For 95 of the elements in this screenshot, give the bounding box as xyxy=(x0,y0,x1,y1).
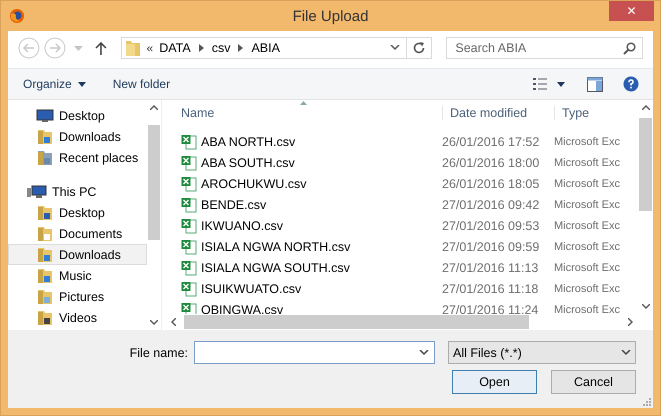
type-cell: Microsoft Exc xyxy=(554,262,620,274)
new-folder-button[interactable]: New folder xyxy=(108,77,170,91)
refresh-icon xyxy=(412,41,426,55)
sidebar-item[interactable]: Recent places xyxy=(8,147,147,168)
file-name[interactable]: OBINGWA.csv xyxy=(201,302,284,314)
sidebar-item[interactable]: Downloads xyxy=(8,126,147,147)
file-type-dropdown[interactable]: All Files (*.*) xyxy=(448,341,636,364)
date-cell-text: 27/01/2016 11:13 xyxy=(442,260,540,274)
sidebar-item[interactable]: Documents xyxy=(8,223,147,244)
type-cell: Microsoft Exc xyxy=(554,156,620,168)
sidebar-item[interactable]: Pictures xyxy=(8,286,147,307)
fox-globe-icon xyxy=(9,8,25,24)
monitor-icon xyxy=(36,108,54,122)
date-cell-text: 26/01/2016 18:05 xyxy=(442,176,540,190)
spreadsheet-icon xyxy=(181,238,197,254)
chevron-icon[interactable] xyxy=(238,44,244,52)
dropdown-icon[interactable] xyxy=(419,350,429,356)
close-button[interactable]: ✕ xyxy=(609,1,654,21)
type-cell: Microsoft Exc xyxy=(554,220,620,232)
overflow-chevron[interactable]: « xyxy=(146,41,154,55)
folder-icon xyxy=(36,204,54,220)
dropdown-icon xyxy=(621,350,631,356)
spreadsheet-icon xyxy=(181,154,197,170)
cancel-button[interactable]: Cancel xyxy=(551,370,636,394)
type-cell: Microsoft Exc xyxy=(554,198,620,210)
date-cell-text: 27/01/2016 09:59 xyxy=(442,240,540,254)
folder-icon xyxy=(36,310,54,326)
type-cell: Microsoft Exc xyxy=(554,240,620,252)
search-field[interactable]: Search ABIA xyxy=(446,37,643,59)
folder-icon xyxy=(124,39,141,57)
type-cell: Microsoft Exc xyxy=(554,282,620,294)
file-name[interactable]: ABA SOUTH.csv xyxy=(201,156,295,170)
type-cell: Microsoft Exc xyxy=(554,178,620,190)
organize-menu[interactable]: Organize xyxy=(18,77,72,91)
scroll-up-icon[interactable] xyxy=(150,105,158,110)
file-name[interactable]: ABA NORTH.csv xyxy=(201,134,296,148)
file-name[interactable]: BENDE.csv xyxy=(201,198,266,212)
computer-icon xyxy=(27,184,47,198)
help-icon[interactable] xyxy=(623,76,639,92)
date-cell-text: 26/01/2016 18:00 xyxy=(442,156,540,170)
address-bar[interactable]: « DATA csv ABIA xyxy=(120,37,432,59)
file-name[interactable]: AROCHUKWU.csv xyxy=(201,176,307,190)
date-cell-text: 27/01/2016 11:24 xyxy=(442,302,540,314)
up-arrow-icon[interactable] xyxy=(94,41,107,55)
folder-icon xyxy=(36,128,54,144)
caret-icon[interactable] xyxy=(78,82,86,86)
folder-icon xyxy=(36,150,54,166)
type-cell: Microsoft Exc xyxy=(554,304,620,314)
column-header[interactable]: Name xyxy=(166,106,443,120)
date-cell-text: 27/01/2016 09:42 xyxy=(442,198,540,212)
date-cell-text: 27/01/2016 09:53 xyxy=(442,218,540,232)
breadcrumb-item[interactable]: csv xyxy=(212,41,230,55)
scroll-left-icon[interactable] xyxy=(171,318,176,326)
date-cell-text: 27/01/2016 11:18 xyxy=(442,282,540,296)
folder-icon xyxy=(36,288,54,304)
spreadsheet-icon xyxy=(181,134,197,150)
scroll-up-icon[interactable] xyxy=(642,105,650,110)
file-name[interactable]: ISIALA NGWA NORTH.csv xyxy=(201,240,350,254)
dropdown-icon[interactable] xyxy=(390,45,400,51)
column-header[interactable]: Date modified xyxy=(443,106,555,120)
spreadsheet-icon xyxy=(181,260,197,276)
sidebar-item[interactable]: Music xyxy=(8,265,147,286)
spreadsheet-icon xyxy=(181,196,197,212)
folder-icon xyxy=(36,268,54,284)
view-list-icon[interactable] xyxy=(533,78,547,90)
window-title: File Upload xyxy=(292,8,368,25)
file-name[interactable]: ISUIKWUATO.csv xyxy=(201,282,302,296)
resize-grip-icon[interactable] xyxy=(643,398,651,406)
column-header[interactable]: Type xyxy=(555,106,590,120)
preview-pane-icon[interactable] xyxy=(587,76,603,92)
scroll-down-icon[interactable] xyxy=(642,304,650,309)
spreadsheet-icon xyxy=(181,176,197,192)
scroll-down-icon[interactable] xyxy=(150,320,158,325)
breadcrumb-item[interactable]: ABIA xyxy=(251,41,280,55)
sidebar-item[interactable]: Desktop xyxy=(8,105,147,126)
caret-icon[interactable] xyxy=(557,82,565,86)
spreadsheet-icon xyxy=(181,280,197,296)
chevron-icon[interactable] xyxy=(198,44,204,52)
file-name[interactable]: ISIALA NGWA SOUTH.csv xyxy=(201,260,350,274)
folder-icon xyxy=(36,246,54,262)
open-button[interactable]: Open xyxy=(452,370,537,394)
file-name-label: File name: xyxy=(130,346,188,360)
type-cell: Microsoft Exc xyxy=(554,136,620,148)
date-cell-text: 26/01/2016 17:52 xyxy=(442,134,540,148)
sidebar-item[interactable]: Videos xyxy=(8,307,147,328)
search-icon xyxy=(623,42,636,55)
scroll-right-icon[interactable] xyxy=(628,318,633,326)
breadcrumb-item[interactable]: DATA xyxy=(159,41,191,55)
spreadsheet-icon xyxy=(181,218,197,234)
folder-icon xyxy=(36,226,54,242)
sidebar-item[interactable]: This PC xyxy=(8,181,147,202)
file-name-field[interactable] xyxy=(194,341,435,364)
sidebar-item[interactable]: Downloads xyxy=(8,244,147,265)
sidebar-item[interactable]: Desktop xyxy=(8,202,147,223)
file-name[interactable]: IKWUANO.csv xyxy=(201,218,283,232)
